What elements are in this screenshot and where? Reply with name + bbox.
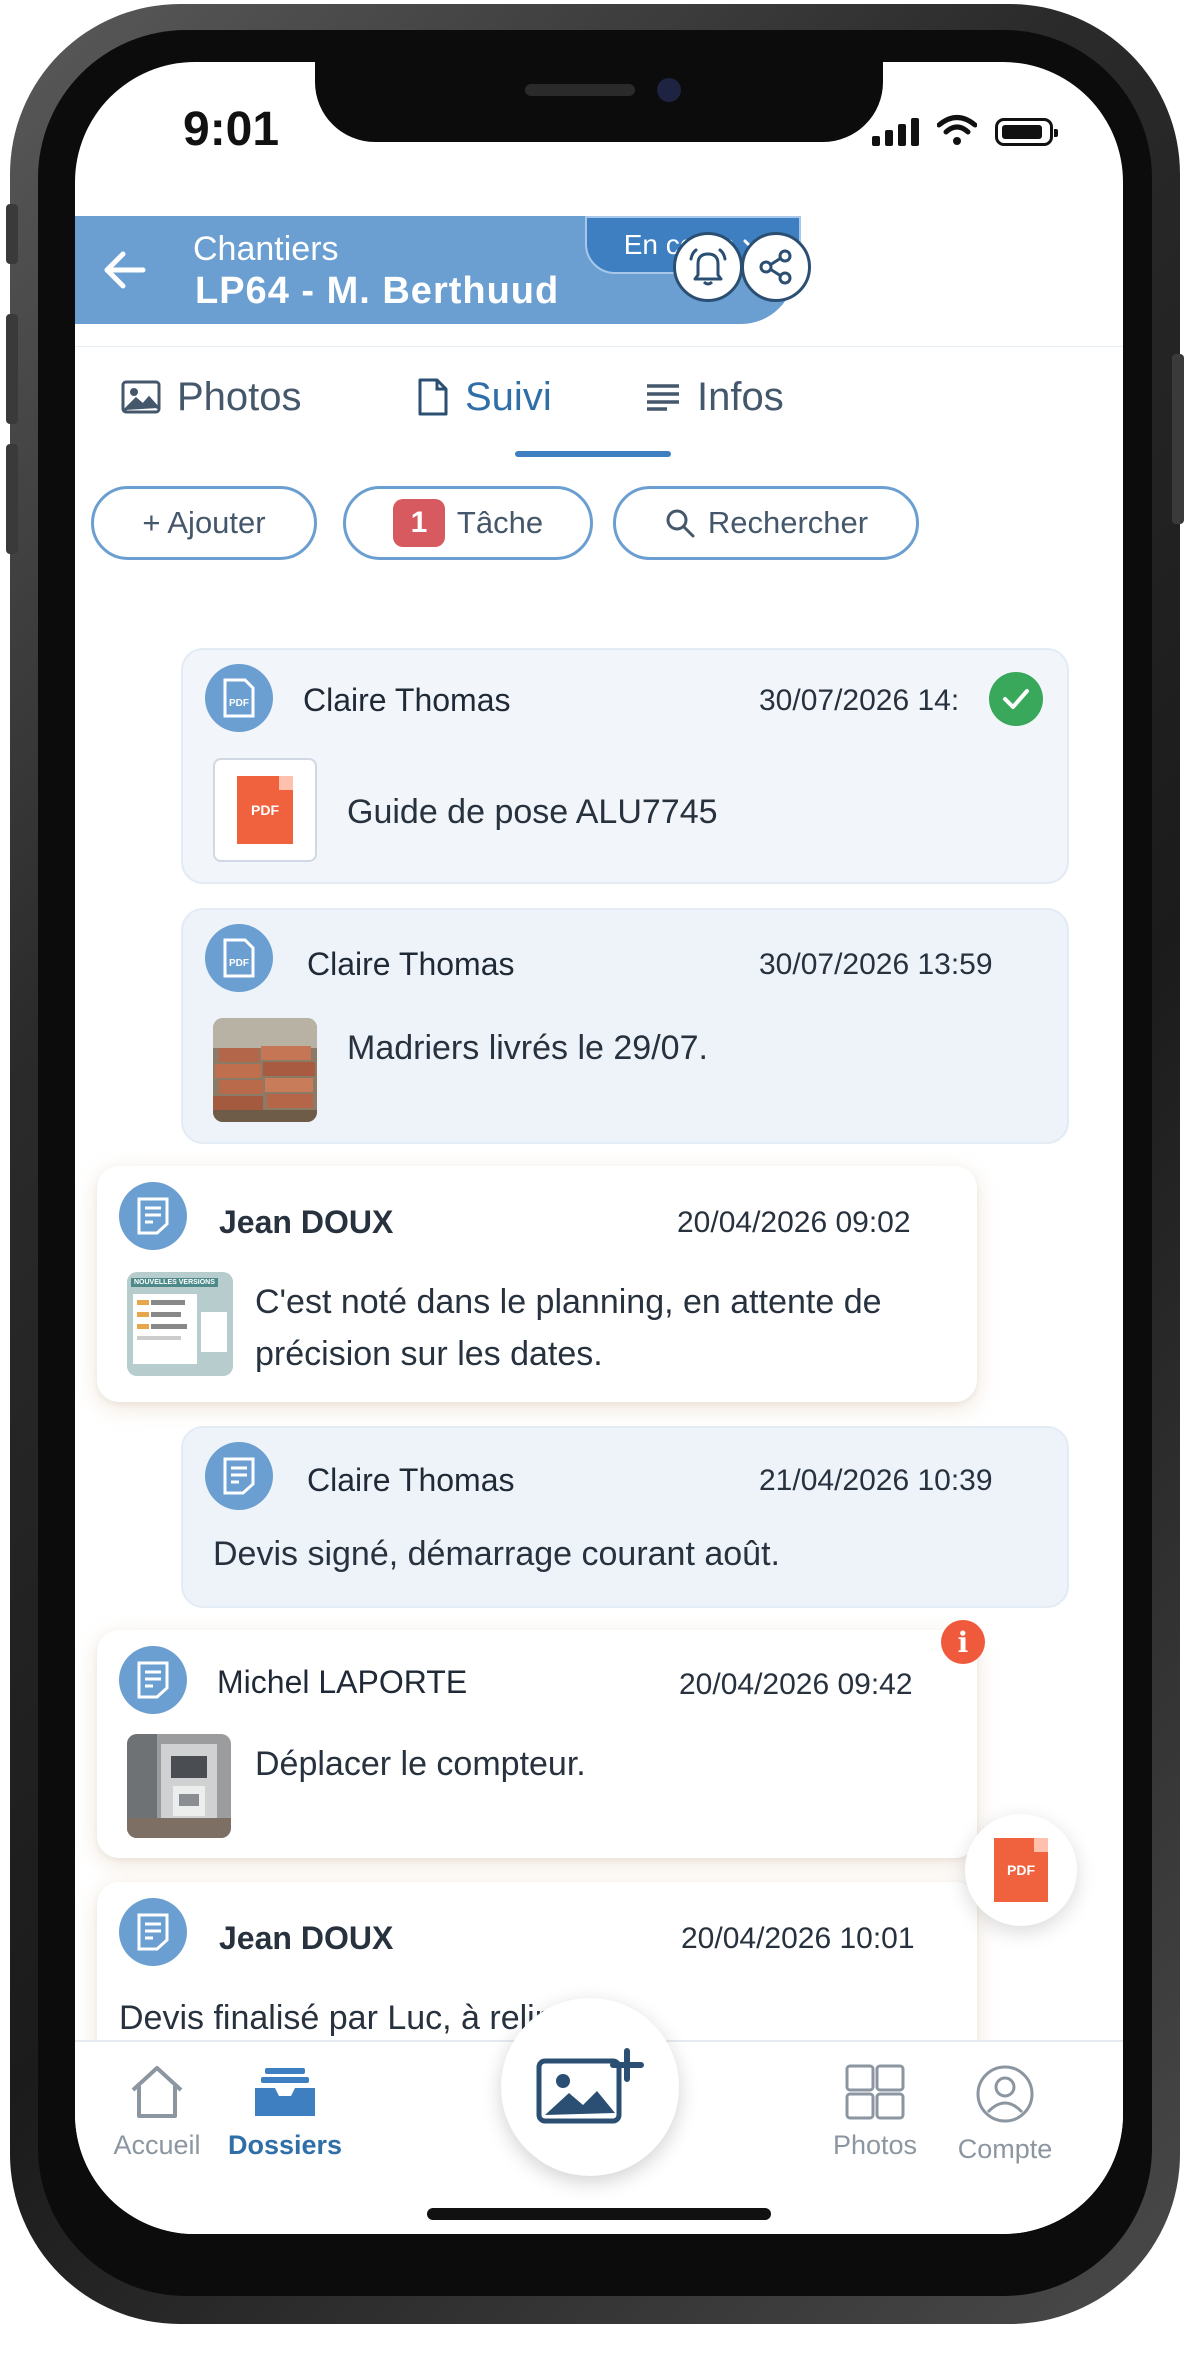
search-label: Rechercher bbox=[707, 505, 869, 540]
timestamp: 20/04/2026 09:42 bbox=[679, 1668, 913, 1701]
active-tab-indicator bbox=[515, 451, 671, 457]
message-text: C'est noté dans le planning, en attente … bbox=[255, 1283, 882, 1373]
tab-photos-label: Photos bbox=[177, 374, 302, 419]
timestamp: 21/04/2026 10:39 bbox=[759, 1464, 993, 1497]
share-button[interactable] bbox=[741, 232, 811, 302]
tab-photos[interactable]: Photos bbox=[121, 367, 302, 427]
page-title: LP64 - M. Berthuud bbox=[195, 270, 560, 312]
tab-suivi-label: Suivi bbox=[465, 374, 552, 419]
list-item[interactable]: i Michel LAPORTE 20/04/2026 09:42 Déplac… bbox=[97, 1620, 985, 1858]
svg-text:PDF: PDF bbox=[229, 958, 249, 969]
tab-bar: Photos Suivi Infos bbox=[75, 346, 1123, 457]
author-name: Claire Thomas bbox=[307, 1462, 515, 1498]
user-icon bbox=[976, 2065, 1034, 2123]
timestamp: 30/07/2026 14: bbox=[759, 684, 960, 717]
nav-accueil-label: Accueil bbox=[113, 2130, 201, 2160]
list-item[interactable]: PDF Claire Thomas 30/07/2026 13:59 Madri… bbox=[181, 908, 1069, 1144]
pdf-icon: PDF bbox=[205, 664, 273, 732]
note-icon bbox=[119, 1898, 187, 1966]
app-screen: 9:01 Chantiers LP64 - M. Berthuud En cou… bbox=[75, 62, 1123, 2234]
list-item[interactable]: Jean DOUX 20/04/2026 09:02 NOUVELLES VER… bbox=[97, 1166, 977, 1402]
info-alert-icon[interactable]: i bbox=[941, 1620, 985, 1664]
pdf-file-icon: PDF bbox=[237, 776, 293, 844]
svg-text:PDF: PDF bbox=[229, 698, 249, 709]
power-button bbox=[1172, 354, 1184, 524]
message-text: Devis signé, démarrage courant août. bbox=[213, 1535, 780, 1573]
wifi-icon bbox=[937, 115, 977, 145]
home-icon bbox=[131, 2066, 183, 2118]
back-arrow-icon[interactable] bbox=[103, 250, 147, 290]
silent-switch bbox=[6, 204, 18, 264]
notifications-button[interactable] bbox=[673, 232, 743, 302]
photo-thumbnail[interactable] bbox=[127, 1734, 231, 1838]
share-icon bbox=[759, 249, 792, 285]
message-text: Madriers livrés le 29/07. bbox=[347, 1029, 708, 1067]
pdf-attachment[interactable]: PDF bbox=[213, 758, 317, 862]
note-icon bbox=[205, 1442, 273, 1510]
check-icon bbox=[989, 672, 1043, 726]
author-name: Michel LAPORTE bbox=[217, 1664, 468, 1700]
tab-infos-label: Infos bbox=[697, 374, 784, 419]
nav-dossiers-label: Dossiers bbox=[227, 2130, 343, 2160]
image-icon bbox=[121, 380, 161, 414]
grid-icon bbox=[845, 2064, 905, 2120]
photo-thumbnail[interactable] bbox=[213, 1018, 317, 1122]
home-indicator[interactable] bbox=[427, 2208, 771, 2220]
timestamp: 30/07/2026 13:59 bbox=[759, 948, 993, 981]
message-text: Guide de pose ALU7745 bbox=[347, 793, 718, 831]
author-name: Claire Thomas bbox=[303, 682, 511, 718]
add-button[interactable]: + Ajouter bbox=[91, 486, 317, 560]
pdf-icon: PDF bbox=[994, 1838, 1048, 1902]
author-name: Claire Thomas bbox=[307, 946, 515, 982]
tab-infos[interactable]: Infos bbox=[645, 367, 784, 427]
task-filter-button[interactable]: 1 Tâche bbox=[343, 486, 593, 560]
timestamp: 20/04/2026 09:02 bbox=[677, 1206, 911, 1239]
nav-compte[interactable]: Compte bbox=[925, 2064, 1085, 2165]
breadcrumb[interactable]: Chantiers bbox=[193, 230, 339, 269]
author-name: Jean DOUX bbox=[219, 1920, 394, 1956]
status-icons bbox=[872, 106, 1058, 146]
add-photo-icon bbox=[536, 2048, 644, 2124]
document-icon bbox=[418, 378, 448, 416]
nav-compte-label: Compte bbox=[957, 2134, 1053, 2164]
message-text: Déplacer le compteur. bbox=[255, 1745, 586, 1783]
message-text: Devis finalisé par Luc, à relire bbox=[119, 1999, 565, 2037]
status-time: 9:01 bbox=[183, 103, 280, 156]
front-camera bbox=[657, 78, 681, 102]
add-photo-button[interactable] bbox=[501, 1998, 679, 2176]
pdf-export-button[interactable]: PDF bbox=[965, 1814, 1077, 1926]
author-name: Jean DOUX bbox=[219, 1204, 394, 1240]
timestamp: 20/04/2026 10:01 bbox=[681, 1922, 915, 1955]
list-item[interactable]: PDF Claire Thomas 30/07/2026 14: PDF Gui… bbox=[181, 648, 1069, 884]
search-icon bbox=[666, 509, 695, 538]
notch bbox=[315, 62, 883, 142]
pdf-icon: PDF bbox=[205, 924, 273, 992]
search-button[interactable]: Rechercher bbox=[613, 486, 919, 560]
battery-icon bbox=[995, 118, 1058, 146]
signal-icon bbox=[872, 118, 919, 146]
bell-icon bbox=[689, 248, 727, 286]
document-thumbnail[interactable]: NOUVELLES VERSIONS bbox=[127, 1272, 233, 1376]
add-button-label: + Ajouter bbox=[142, 505, 266, 540]
task-label: Tâche bbox=[456, 505, 544, 540]
volume-down-button bbox=[6, 444, 18, 554]
task-count-badge: 1 bbox=[392, 499, 445, 547]
list-item[interactable]: Claire Thomas 21/04/2026 10:39 Devis sig… bbox=[181, 1426, 1069, 1608]
note-icon bbox=[119, 1182, 187, 1250]
lines-icon bbox=[647, 384, 679, 411]
note-icon bbox=[119, 1646, 187, 1714]
bottom-navigation: Accueil Dossiers Photos Compte bbox=[75, 1998, 1123, 2234]
tab-suivi[interactable]: Suivi bbox=[417, 367, 552, 427]
nav-dossiers[interactable]: Dossiers bbox=[205, 2064, 365, 2161]
folder-tray-icon bbox=[255, 2068, 315, 2116]
volume-up-button bbox=[6, 314, 18, 424]
nav-photos-label: Photos bbox=[832, 2130, 918, 2160]
speaker bbox=[525, 84, 635, 96]
